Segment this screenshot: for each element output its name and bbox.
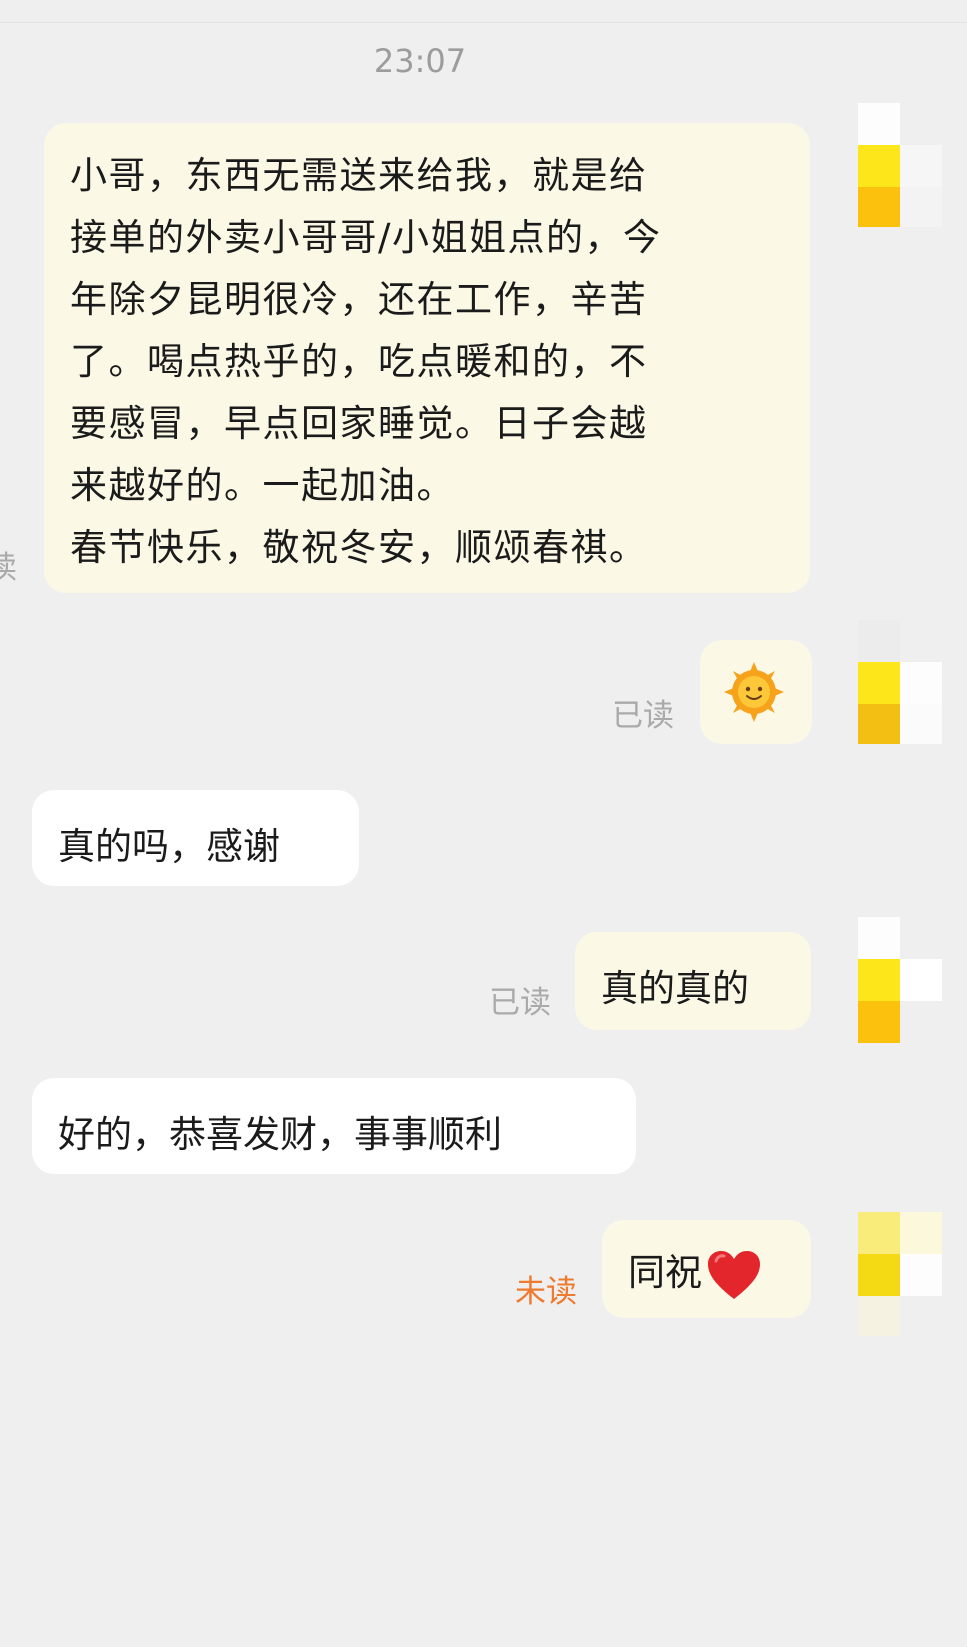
- outgoing-message[interactable]: 真的真的: [575, 932, 811, 1030]
- outgoing-message-long[interactable]: 小哥，东西无需送来给我，就是给 接单的外卖小哥哥/小姐姐点的，今 年除夕昆明很冷…: [44, 123, 810, 593]
- read-status: 已读: [489, 985, 551, 1021]
- message-timestamp: 23:07: [373, 42, 467, 80]
- incoming-message[interactable]: 真的吗，感谢: [32, 790, 359, 886]
- unread-status: 未读: [515, 1274, 577, 1310]
- sun-emoji-icon: [724, 662, 784, 722]
- my-avatar-pixelated[interactable]: [858, 1212, 942, 1340]
- my-avatar-pixelated[interactable]: [858, 103, 942, 231]
- top-divider: [0, 22, 967, 23]
- my-avatar-pixelated[interactable]: [858, 620, 942, 748]
- red-heart-emoji-icon: [708, 1250, 760, 1299]
- my-avatar-pixelated[interactable]: [858, 917, 942, 1045]
- message-text: 同祝: [628, 1251, 702, 1294]
- outgoing-message[interactable]: 同祝: [602, 1220, 811, 1318]
- read-status-cutoff: 读: [0, 550, 17, 586]
- read-status: 已读: [612, 698, 674, 734]
- incoming-message[interactable]: 好的，恭喜发财，事事顺利: [32, 1078, 636, 1174]
